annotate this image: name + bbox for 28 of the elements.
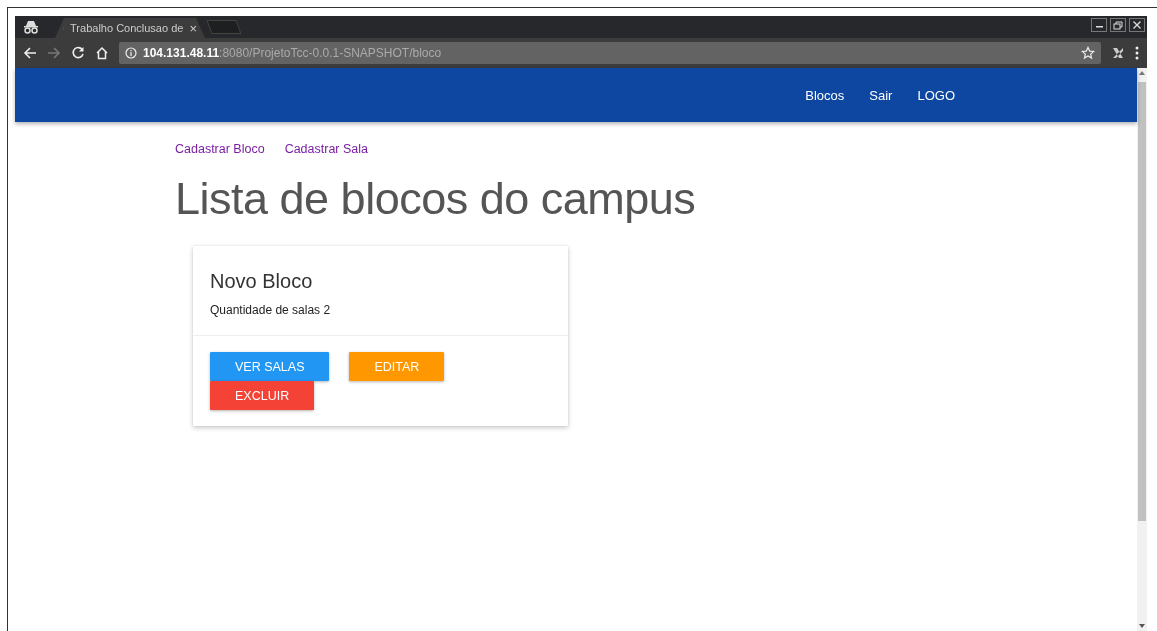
scroll-down-icon[interactable] <box>1139 624 1145 629</box>
room-count: Quantidade de salas 2 <box>210 303 332 317</box>
reload-icon[interactable] <box>71 46 85 60</box>
forward-icon[interactable] <box>47 46 61 60</box>
incognito-icon <box>23 20 39 34</box>
card-button[interactable]: EXCLUIR <box>210 381 315 410</box>
nav-link[interactable]: LOGO <box>917 87 955 103</box>
scrollbar[interactable] <box>1137 68 1147 631</box>
restore-icon[interactable] <box>1110 18 1126 32</box>
close-icon[interactable] <box>1129 18 1145 32</box>
close-tab-button[interactable]: × <box>189 20 197 36</box>
minimize-icon[interactable] <box>1091 18 1107 32</box>
home-icon[interactable] <box>95 46 109 60</box>
action-link[interactable]: Cadastrar Sala <box>284 142 368 156</box>
scroll-up-icon[interactable] <box>1139 70 1145 75</box>
extension-icon[interactable] <box>1111 46 1125 60</box>
back-icon[interactable] <box>23 46 37 60</box>
browser-tab[interactable]: Trabalho Conclusao de × <box>55 18 205 38</box>
nav-link[interactable]: Sair <box>869 87 893 103</box>
menu-icon[interactable] <box>1135 46 1139 60</box>
card-title: Novo Bloco <box>210 270 314 293</box>
page-heading: Lista de blocos do campus <box>175 173 697 225</box>
action-link[interactable]: Cadastrar Bloco <box>175 142 265 156</box>
tab-title: Trabalho Conclusao de <box>70 22 184 34</box>
star-icon[interactable] <box>1081 46 1095 60</box>
nav-link[interactable]: Blocos <box>805 87 845 103</box>
address-bar[interactable]: 104.131.48.11:8080/ProjetoTcc-0.0.1-SNAPSHOT/bloco <box>119 42 1101 64</box>
info-icon <box>125 47 137 59</box>
